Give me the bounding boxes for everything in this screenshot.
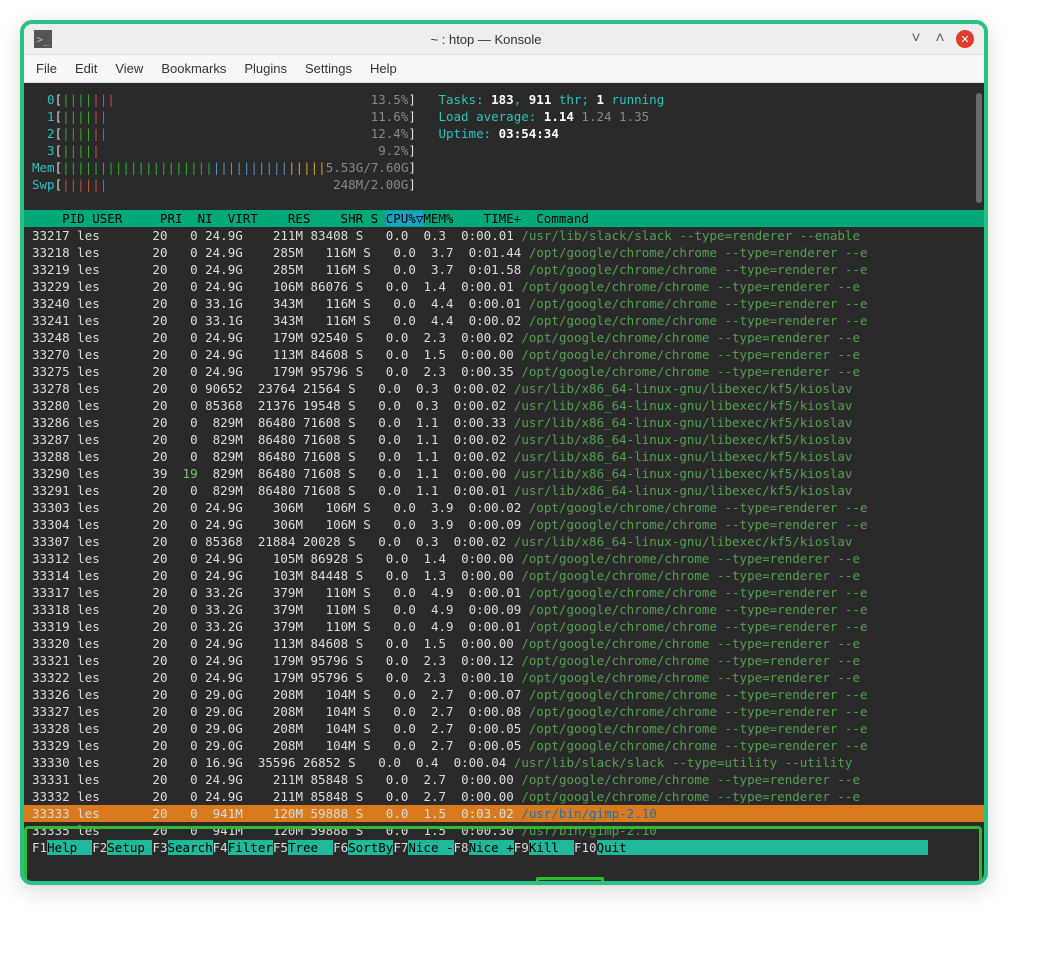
process-row[interactable]: 33278 les 20 0 90652 23764 21564 S 0.0 0… [24,380,984,397]
titlebar[interactable]: >_ ~ : htop — Konsole ˅ ˄ ✕ [24,24,984,55]
process-row[interactable]: 33332 les 20 0 24.9G 211M 85848 S 0.0 2.… [24,788,984,805]
scrollbar[interactable] [976,93,982,203]
process-row[interactable]: 33319 les 20 0 33.2G 379M 110M S 0.0 4.9… [24,618,984,635]
annotation-highlight-inner [536,877,604,881]
menu-edit[interactable]: Edit [75,61,97,76]
process-row[interactable]: 33248 les 20 0 24.9G 179M 92540 S 0.0 2.… [24,329,984,346]
process-row[interactable]: 33218 les 20 0 24.9G 285M 116M S 0.0 3.7… [24,244,984,261]
process-row[interactable]: 33333 les 20 0 941M 120M 59888 S 0.0 1.5… [24,805,984,822]
process-row[interactable]: 33291 les 20 0 829M 86480 71608 S 0.0 1.… [24,482,984,499]
close-button[interactable]: ✕ [956,30,974,48]
process-row[interactable]: 33317 les 20 0 33.2G 379M 110M S 0.0 4.9… [24,584,984,601]
process-row[interactable]: 33287 les 20 0 829M 86480 71608 S 0.0 1.… [24,431,984,448]
process-row[interactable]: 33329 les 20 0 29.0G 208M 104M S 0.0 2.7… [24,737,984,754]
process-row[interactable]: 33219 les 20 0 24.9G 285M 116M S 0.0 3.7… [24,261,984,278]
konsole-window: >_ ~ : htop — Konsole ˅ ˄ ✕ File Edit View… [20,20,988,885]
menu-settings[interactable]: Settings [305,61,352,76]
menu-help[interactable]: Help [370,61,397,76]
process-row[interactable]: 33327 les 20 0 29.0G 208M 104M S 0.0 2.7… [24,703,984,720]
process-row[interactable]: 33241 les 20 0 33.1G 343M 116M S 0.0 4.4… [24,312,984,329]
menu-file[interactable]: File [36,61,57,76]
terminal-area[interactable]: 0[||||||| 13.5%] Tasks: 183, 911 thr; 1 … [24,83,984,881]
process-row[interactable]: 33328 les 20 0 29.0G 208M 104M S 0.0 2.7… [24,720,984,737]
menu-view[interactable]: View [115,61,143,76]
process-row[interactable]: 33330 les 20 0 16.9G 35596 26852 S 0.0 0… [24,754,984,771]
process-row[interactable]: 33322 les 20 0 24.9G 179M 95796 S 0.0 2.… [24,669,984,686]
window-title: ~ : htop — Konsole [64,32,908,47]
process-row[interactable]: 33280 les 20 0 85368 21376 19548 S 0.0 0… [24,397,984,414]
process-row[interactable]: 33335 les 20 0 941M 120M 59888 S 0.0 1.5… [24,822,984,839]
footer-bar[interactable]: F1Help F2Setup F3SearchF4FilterF5Tree F6… [24,839,984,856]
meters: 0[||||||| 13.5%] Tasks: 183, 911 thr; 1 … [24,91,984,210]
process-row[interactable]: 33288 les 20 0 829M 86480 71608 S 0.0 1.… [24,448,984,465]
process-row[interactable]: 33331 les 20 0 24.9G 211M 85848 S 0.0 2.… [24,771,984,788]
process-table[interactable]: 33217 les 20 0 24.9G 211M 83408 S 0.0 0.… [24,227,984,839]
process-row[interactable]: 33303 les 20 0 24.9G 306M 106M S 0.0 3.9… [24,499,984,516]
process-row[interactable]: 33326 les 20 0 29.0G 208M 104M S 0.0 2.7… [24,686,984,703]
menu-plugins[interactable]: Plugins [244,61,287,76]
process-row[interactable]: 33307 les 20 0 85368 21884 20028 S 0.0 0… [24,533,984,550]
process-row[interactable]: 33290 les 39 19 829M 86480 71608 S 0.0 1… [24,465,984,482]
column-headers[interactable]: PID USER PRI NI VIRT RES SHR S CPU%▽MEM%… [24,210,984,227]
process-row[interactable]: 33240 les 20 0 33.1G 343M 116M S 0.0 4.4… [24,295,984,312]
process-row[interactable]: 33275 les 20 0 24.9G 179M 95796 S 0.0 2.… [24,363,984,380]
process-row[interactable]: 33304 les 20 0 24.9G 306M 106M S 0.0 3.9… [24,516,984,533]
menubar: File Edit View Bookmarks Plugins Settings Help [24,55,984,83]
process-row[interactable]: 33286 les 20 0 829M 86480 71608 S 0.0 1.… [24,414,984,431]
minimize-button[interactable]: ˅ [908,31,924,47]
process-row[interactable]: 33270 les 20 0 24.9G 113M 84608 S 0.0 1.… [24,346,984,363]
process-row[interactable]: 33321 les 20 0 24.9G 179M 95796 S 0.0 2.… [24,652,984,669]
process-row[interactable]: 33312 les 20 0 24.9G 105M 86928 S 0.0 1.… [24,550,984,567]
maximize-button[interactable]: ˄ [932,31,948,47]
process-row[interactable]: 33314 les 20 0 24.9G 103M 84448 S 0.0 1.… [24,567,984,584]
terminal-icon: >_ [34,30,52,48]
process-row[interactable]: 33318 les 20 0 33.2G 379M 110M S 0.0 4.9… [24,601,984,618]
process-row[interactable]: 33320 les 20 0 24.9G 113M 84608 S 0.0 1.… [24,635,984,652]
menu-bookmarks[interactable]: Bookmarks [161,61,226,76]
process-row[interactable]: 33229 les 20 0 24.9G 106M 86076 S 0.0 1.… [24,278,984,295]
process-row[interactable]: 33217 les 20 0 24.9G 211M 83408 S 0.0 0.… [24,227,984,244]
